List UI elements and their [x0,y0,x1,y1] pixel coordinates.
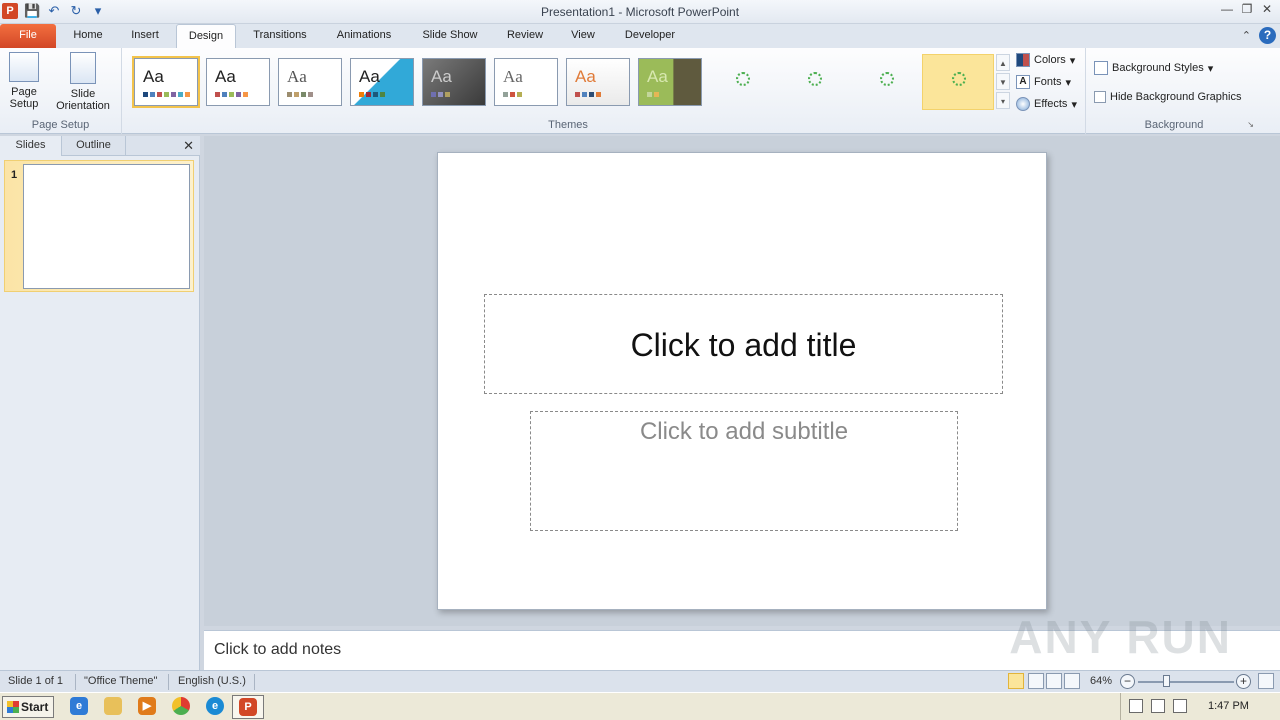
slide-orientation-icon [70,52,96,84]
edge-icon[interactable]: e [206,697,224,715]
title-placeholder[interactable]: Click to add title [484,294,1003,394]
close-icon[interactable]: ✕ [1260,2,1274,16]
folder-icon[interactable] [104,697,122,715]
zoom-in-icon[interactable]: + [1236,674,1251,689]
tab-animations[interactable]: Animations [324,24,404,48]
fonts-icon: A [1016,75,1030,89]
theme-office[interactable]: Aa [132,56,200,108]
scroll-up-icon[interactable]: ▲ [996,54,1010,71]
start-button[interactable]: Start [2,696,54,718]
zoom-level[interactable]: 64% [1090,675,1112,687]
fonts-button[interactable]: A Fonts ▾ [1016,75,1071,89]
group-background: Background Styles ▾ Hide Background Graph… [1088,48,1260,134]
chrome-icon[interactable] [172,697,190,715]
group-page-setup: Page Setup Slide Orientation Page Setup [0,48,122,134]
notes-placeholder[interactable]: Click to add notes [214,641,341,659]
ribbon: Page Setup Slide Orientation Page Setup … [0,48,1280,134]
media-player-icon[interactable]: ▶ [138,697,156,715]
close-panel-icon[interactable]: ✕ [183,138,194,154]
themes-gallery-scroll: ▲ ▼ ▾ [996,54,1010,112]
normal-view-icon[interactable] [1008,673,1024,689]
slide-count: Slide 1 of 1 [8,675,64,687]
page-setup-icon [9,52,39,82]
group-theme-options: Colors ▾ A Fonts ▾ Effects ▾ [1012,48,1086,134]
theme-7[interactable]: Aa [566,58,630,106]
tab-outline[interactable]: Outline [62,136,126,156]
loading-icon [808,72,822,86]
dialog-launcher-icon[interactable]: ↘ [1247,120,1254,129]
system-tray [1120,693,1280,720]
tab-file[interactable]: File [0,24,56,48]
minimize-icon[interactable]: — [1220,2,1234,16]
status-bar: Slide 1 of 1 "Office Theme" English (U.S… [0,670,1280,692]
theme-4[interactable]: Aa [350,58,414,106]
slide-number: 1 [11,169,18,181]
slide-sorter-icon[interactable] [1028,673,1044,689]
theme-3[interactable]: Aa [278,58,342,106]
slide-orientation-button[interactable]: Slide Orientation [48,52,118,112]
zoom-slider[interactable] [1138,681,1234,683]
slide-canvas[interactable]: Click to add title Click to add subtitle [437,152,1047,610]
colors-button[interactable]: Colors ▾ [1016,53,1075,67]
loading-icon [736,72,750,86]
minimize-ribbon-icon[interactable]: ⌃ [1242,29,1251,42]
powerpoint-taskbar-button[interactable]: P [232,695,264,719]
subtitle-placeholder[interactable]: Click to add subtitle [530,411,958,531]
theme-8[interactable]: Aa [638,58,702,106]
volume-icon[interactable] [1129,699,1143,713]
hide-background-graphics[interactable]: Hide Background Graphics [1094,91,1241,103]
panel-tabs: Slides Outline ✕ [0,136,200,156]
loading-icon [880,72,894,86]
tab-review[interactable]: Review [496,24,554,48]
theme-name[interactable]: "Office Theme" [84,675,157,687]
slide-show-icon[interactable] [1064,673,1080,689]
restore-icon[interactable]: ❐ [1240,2,1254,16]
loading-icon [952,72,966,86]
group-themes: Aa Aa Aa Aa Aa Aa Aa Aa ▲ ▼ ▾ Themes [124,48,1012,134]
ie-icon[interactable]: e [70,697,88,715]
powerpoint-icon: P [239,698,257,716]
anyrun-watermark: ANY RUN [1009,611,1232,663]
tab-transitions[interactable]: Transitions [242,24,318,48]
tab-slides[interactable]: Slides [0,136,62,156]
page-setup-button[interactable]: Page Setup [6,52,42,110]
slide-thumbnail[interactable] [23,164,190,289]
clock: 1:47 PM [1208,700,1249,712]
reading-view-icon[interactable] [1046,673,1062,689]
title-bar: P 💾 ↶ ↻ ▾ Presentation1 - Microsoft Powe… [0,0,1280,24]
slides-panel: Slides Outline ✕ 1 [0,136,200,670]
effects-icon [1016,97,1030,111]
effects-button[interactable]: Effects ▾ [1016,97,1077,111]
theme-6[interactable]: Aa [494,58,558,106]
taskbar: Start e ▶ e P 1:47 PM [0,692,1280,720]
window-title: Presentation1 - Microsoft PowerPoint [540,5,740,19]
theme-2[interactable]: Aa [206,58,270,106]
theme-5[interactable]: Aa [422,58,486,106]
flag-icon[interactable] [1173,699,1187,713]
background-styles-button[interactable]: Background Styles ▾ [1094,61,1213,75]
slide-thumbnail-item[interactable]: 1 [4,160,194,292]
tab-view[interactable]: View [560,24,606,48]
hide-background-checkbox[interactable] [1094,91,1106,103]
colors-icon [1016,53,1030,67]
tab-developer[interactable]: Developer [612,24,688,48]
language[interactable]: English (U.S.) [178,675,246,687]
network-icon[interactable] [1151,699,1165,713]
fit-to-window-icon[interactable] [1258,673,1274,689]
tab-home[interactable]: Home [62,24,114,48]
zoom-slider-thumb[interactable] [1163,675,1170,687]
tab-insert[interactable]: Insert [120,24,170,48]
help-icon[interactable]: ? [1259,27,1276,44]
tab-design[interactable]: Design [176,24,236,48]
more-themes-icon[interactable]: ▾ [996,92,1010,109]
window-controls: — ❐ ✕ [1220,2,1274,16]
ribbon-tabs: File Home Insert Design Transitions Anim… [0,24,1280,48]
tab-slide-show[interactable]: Slide Show [410,24,490,48]
scroll-down-icon[interactable]: ▼ [996,73,1010,90]
zoom-out-icon[interactable]: − [1120,674,1135,689]
paint-bucket-icon [1094,61,1108,75]
